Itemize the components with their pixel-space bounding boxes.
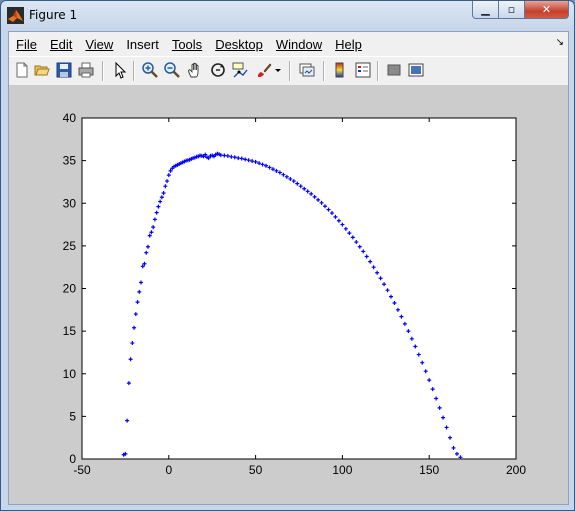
x-tick-label: 150 (419, 463, 439, 477)
menu-view-label: View (85, 36, 114, 52)
window-title: Figure 1 (29, 8, 78, 22)
print-icon[interactable] (77, 61, 95, 79)
menu-insert-label: Insert (126, 36, 159, 52)
y-tick-label: 20 (63, 282, 77, 296)
zoom-in-icon[interactable] (141, 61, 159, 79)
y-tick-label: 15 (63, 324, 77, 338)
y-tick-label: 35 (63, 154, 77, 168)
maximize-icon: ▫ (507, 3, 516, 16)
rotate-3d-icon[interactable] (209, 61, 227, 79)
menu-file[interactable]: File (9, 37, 43, 52)
menu-tools-label: Tools (171, 36, 203, 52)
zoom-out-icon[interactable] (163, 61, 181, 79)
maximize-button[interactable]: ▫ (499, 1, 525, 19)
close-icon: ✕ (541, 3, 552, 16)
y-tick-label: 25 (63, 239, 77, 253)
show-plot-tools-icon[interactable] (407, 61, 425, 79)
title-bar[interactable]: Figure 1 ▁ ▫ ✕ (1, 1, 574, 31)
figure-toolbar (9, 56, 568, 86)
toolbar-separator (323, 61, 325, 81)
axes-box (81, 117, 517, 460)
pan-hand-icon[interactable] (186, 61, 204, 79)
menu-bar: File Edit View Insert Tools Desktop Wind… (9, 32, 568, 56)
figure-client-area: File Edit View Insert Tools Desktop Wind… (8, 31, 569, 505)
y-tick-label: 30 (63, 196, 77, 210)
save-icon[interactable] (55, 61, 73, 79)
minimize-icon: ▁ (481, 3, 490, 16)
menu-help[interactable]: Help (328, 37, 368, 52)
y-tick-label: 5 (69, 409, 76, 423)
link-plot-icon[interactable] (298, 61, 316, 79)
menu-desktop[interactable]: Desktop (208, 37, 269, 52)
menu-tools[interactable]: Tools (165, 37, 208, 52)
y-tick-label: 10 (63, 367, 77, 381)
edit-plot-arrow-icon[interactable] (111, 61, 129, 79)
dock-arrow-icon[interactable]: ↘ (556, 37, 564, 48)
menu-view[interactable]: View (78, 37, 119, 52)
scatter-plot[interactable]: -50 0 50 100 150 200 0510152025303540 (9, 85, 568, 504)
toolbar-separator (289, 61, 291, 81)
menu-window-label: Window (275, 36, 323, 52)
matlab-logo-icon (7, 7, 24, 24)
menu-help-label: Help (335, 36, 362, 52)
data-cursor-icon[interactable] (231, 61, 249, 79)
y-tick-label: 0 (69, 452, 76, 466)
toolbar-separator (102, 61, 104, 81)
minimize-button[interactable]: ▁ (472, 1, 499, 19)
hide-plot-tools-icon[interactable] (385, 61, 403, 79)
menu-insert[interactable]: Insert (119, 37, 165, 52)
close-button[interactable]: ✕ (525, 1, 569, 19)
brush-icon[interactable] (255, 61, 273, 79)
menu-desktop-label: Desktop (215, 36, 263, 52)
toolbar-separator (377, 61, 379, 81)
x-tick-label: 200 (506, 463, 526, 477)
open-file-icon[interactable] (33, 61, 51, 79)
menu-file-label: File (16, 36, 37, 52)
menu-edit-label: Edit (49, 36, 73, 52)
figure-window: Figure 1 ▁ ▫ ✕ File Edit View Insert Too… (0, 0, 575, 511)
y-tick-label: 40 (63, 111, 77, 125)
x-tick-label: 50 (249, 463, 263, 477)
x-tick-label: 100 (332, 463, 352, 477)
brush-dropdown-icon[interactable] (273, 61, 283, 79)
figure-canvas: -50 0 50 100 150 200 0 5 10 15 20 25 30 35 40 (9, 85, 568, 504)
colorbar-icon[interactable] (331, 61, 349, 79)
new-figure-icon[interactable] (13, 61, 31, 79)
menu-edit[interactable]: Edit (43, 37, 78, 52)
legend-icon[interactable] (354, 61, 372, 79)
x-tick-label: 0 (165, 463, 172, 477)
menu-window[interactable]: Window (269, 37, 328, 52)
toolbar-separator (133, 61, 135, 81)
